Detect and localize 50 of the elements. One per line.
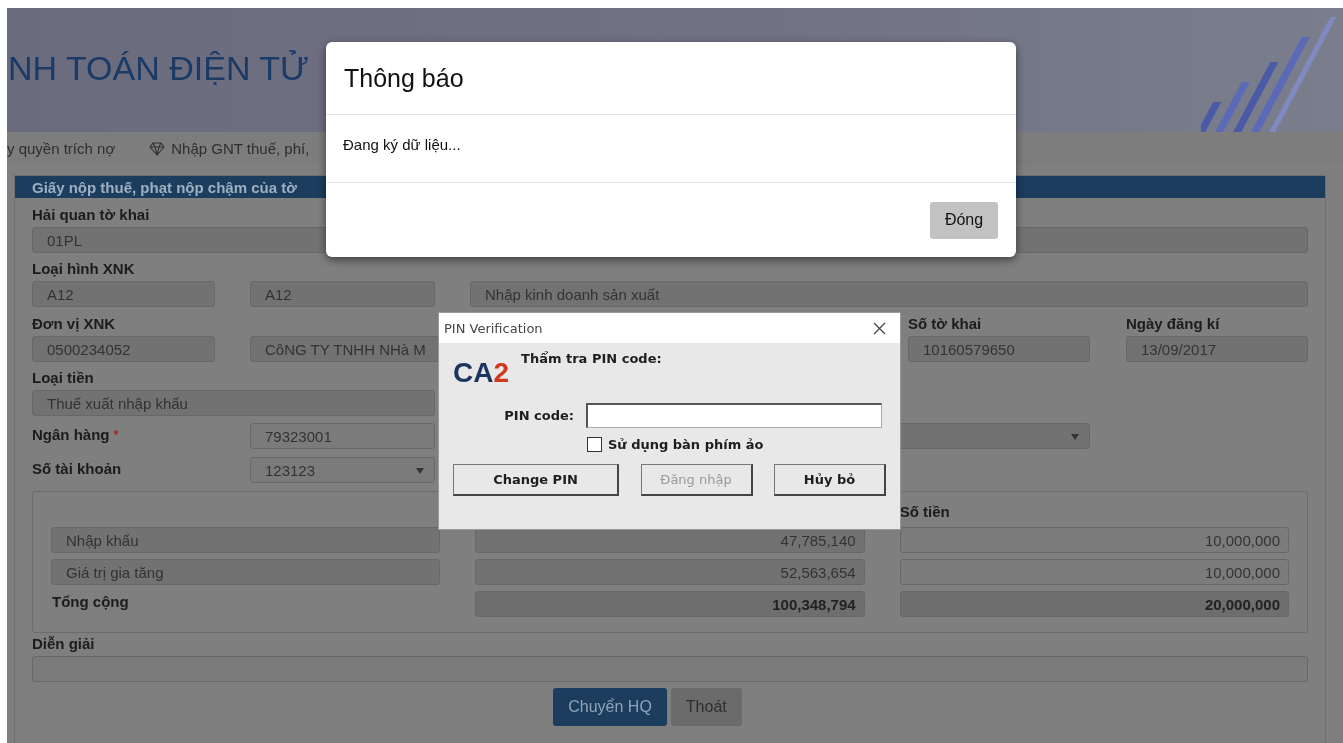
field-label: Hải quan tờ khai [32,206,150,224]
field-label: Số tờ khai [908,315,982,333]
text-field[interactable]: Nhập kinh doanh sản xuất [470,281,1308,307]
field-label: Ngày đăng kí [1126,315,1220,333]
text-field[interactable]: Thuế xuất nhập khẩu [32,390,435,416]
prompt-text: Thẩm tra PIN code: [521,351,662,366]
field-label: Số tài khoản [32,460,122,478]
close-icon[interactable] [873,321,886,335]
amount-field[interactable]: 10,000,000 [899,559,1289,585]
text-field[interactable]: A12 [32,281,215,307]
text-field[interactable]: 13/09/2017 [1126,336,1308,362]
page-title: NH TOÁN ĐIỆN TỬ [8,48,310,88]
field-label: Loại hình XNK [32,260,135,278]
nav-link[interactable]: Nhập GNT thuế, phí, [149,140,310,157]
text-field[interactable]: 79323001 [250,423,435,449]
text-field[interactable]: Nhập khẩu [51,527,441,553]
dropdown[interactable]: 123123 [250,457,435,483]
total-label: Tổng cộng [51,593,129,611]
text-field[interactable]: Giá trị gia tăng [51,559,441,585]
checkbox-label: Sử dụng bàn phím ảo [608,437,764,452]
field-label: PIN code: [504,408,574,423]
close-button[interactable]: Đóng [930,201,998,239]
checkbox[interactable] [587,437,602,452]
text-field[interactable]: 0500234052 [32,336,215,362]
logo: CA2 [453,357,510,389]
amount-field[interactable]: 52,563,654 [475,559,865,585]
form-button[interactable]: Chuyển HQ [553,688,667,726]
field-label: Diễn giải [32,635,95,653]
dialog-message: Đang ký dữ liệu... [343,136,461,153]
required-mark: * [113,428,119,442]
diamond-icon [149,141,166,156]
window-title: PIN Verification [444,320,543,336]
amount-field[interactable]: 20,000,000 [899,591,1289,617]
field-label: Ngân hàng * [32,426,119,444]
dialog-button[interactable]: Change PIN [453,464,619,496]
pin-input[interactable] [586,403,882,428]
nav-link[interactable]: y quyền trích nợ [7,140,116,157]
text-field[interactable]: A12 [250,281,435,307]
amount-field[interactable]: 10,000,000 [899,527,1289,553]
text-field[interactable]: 10160579650 [908,336,1090,362]
amount-field[interactable]: 100,348,794 [475,591,865,617]
caret-icon [1071,434,1079,440]
dialog-button[interactable]: Hủy bỏ [774,464,886,496]
panel-title: Giấy nộp thuế, phạt nộp chậm của tờ [32,178,297,196]
dialog-title: Thông báo [344,63,464,93]
caret-icon [416,468,424,474]
field-label: Loại tiền [32,369,94,387]
field-label: Đơn vị XNK [32,315,116,333]
column-header: Số tiền [899,503,950,520]
form-button[interactable]: Thoát [670,688,742,726]
